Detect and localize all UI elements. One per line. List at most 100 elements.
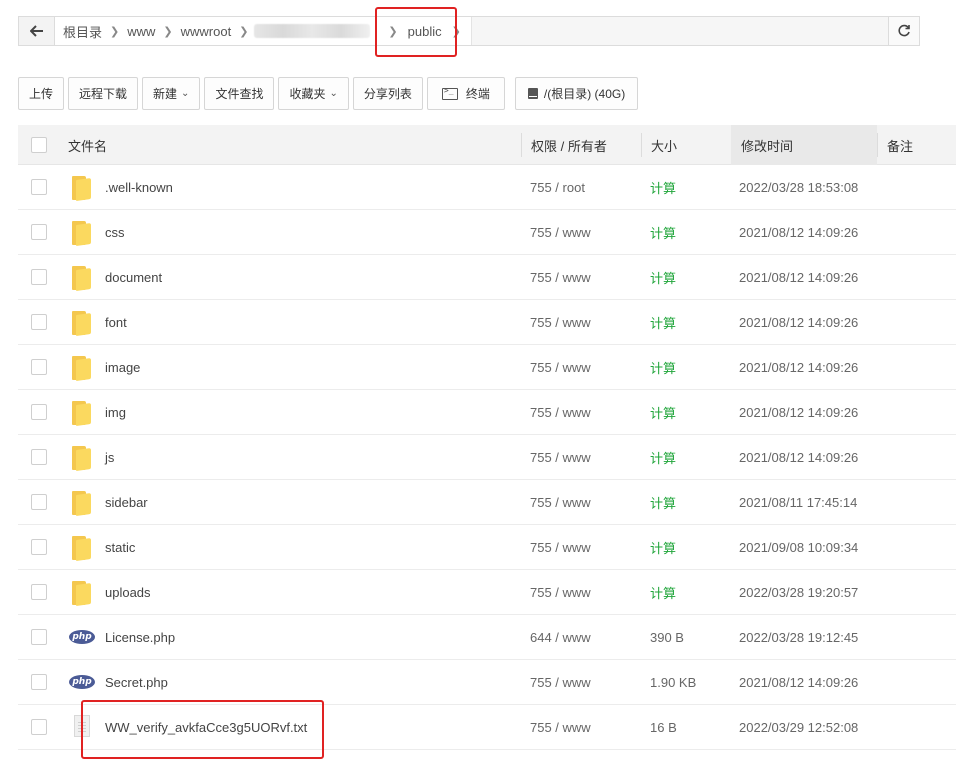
chevron-down-icon: ⌄ [181,88,190,99]
column-header-perm[interactable]: 权限 / 所有者 [531,125,607,165]
remote-download-label: 远程下载 [79,87,128,101]
file-permission[interactable]: 755 / www [530,570,591,615]
file-size[interactable]: 计算 [650,300,676,345]
file-name[interactable]: static [105,525,135,570]
row-checkbox[interactable] [31,539,47,555]
file-name[interactable]: Secret.php [105,660,168,705]
file-permission[interactable]: 755 / www [530,210,591,255]
table-row[interactable]: uploads 755 / www 计算 2022/03/28 19:20:57 [18,570,956,615]
file-permission[interactable]: 755 / root [530,165,585,210]
column-header-mtime[interactable]: 修改时间 [731,125,877,165]
file-name[interactable]: License.php [105,615,175,660]
folder-icon [72,176,92,202]
new-button[interactable]: 新建 ⌄ [142,77,201,110]
file-size[interactable]: 计算 [650,435,676,480]
file-size[interactable]: 计算 [650,480,676,525]
column-header-size[interactable]: 大小 [651,125,677,165]
favorites-label: 收藏夹 [289,87,326,101]
share-list-button[interactable]: 分享列表 [352,77,423,110]
file-search-button[interactable]: 文件查找 [204,77,275,110]
row-checkbox[interactable] [31,719,47,735]
highlight-box-verify-file [81,700,324,759]
file-name[interactable]: sidebar [105,480,148,525]
row-checkbox[interactable] [31,449,47,465]
file-size[interactable]: 计算 [650,570,676,615]
file-permission[interactable]: 755 / www [530,525,591,570]
file-mtime: 2022/03/28 18:53:08 [739,180,859,195]
column-header-name[interactable]: 文件名 [68,125,107,165]
header-label: 修改时间 [741,138,794,154]
breadcrumb-item-root[interactable]: 根目录 ❯ [55,17,119,45]
file-size[interactable]: 计算 [650,390,676,435]
disk-label: /(根目录) (40G) [543,87,626,101]
breadcrumb-item-www[interactable]: www ❯ [119,17,172,45]
file-size[interactable]: 计算 [650,525,676,570]
row-checkbox[interactable] [31,674,47,690]
table-row[interactable]: sidebar 755 / www 计算 2021/08/11 17:45:14 [18,480,956,525]
file-permission[interactable]: 755 / www [530,660,591,705]
file-size[interactable]: 计算 [650,210,676,255]
file-permission[interactable]: 755 / www [530,345,591,390]
remote-download-button[interactable]: 远程下载 [68,77,139,110]
file-permission[interactable]: 755 / www [530,705,591,750]
table-row[interactable]: css 755 / www 计算 2021/08/12 14:09:26 [18,210,956,255]
table-header: 文件名 权限 / 所有者 大小 修改时间 备注 [18,125,956,165]
table-row[interactable]: .well-known 755 / root 计算 2022/03/28 18:53:… [18,165,956,210]
file-name[interactable]: document [105,255,162,300]
file-mtime: 2021/08/12 14:09:26 [739,270,859,285]
row-checkbox[interactable] [31,359,47,375]
favorites-button[interactable]: 收藏夹 ⌄ [278,77,349,110]
file-name[interactable]: image [105,345,140,390]
path-input-area[interactable] [470,17,887,45]
file-permission[interactable]: 755 / www [530,480,591,525]
folder-icon [72,536,92,562]
file-size[interactable]: 计算 [650,165,676,210]
disk-button[interactable]: /(根目录) (40G) [514,77,639,110]
table-row[interactable]: img 755 / www 计算 2021/08/12 14:09:26 [18,390,956,435]
file-name[interactable]: uploads [105,570,151,615]
file-permission[interactable]: 755 / www [530,390,591,435]
row-checkbox[interactable] [31,179,47,195]
table-row[interactable]: php License.php 644 / www 390 B 2022/03/28 1… [18,615,956,660]
table-row[interactable]: font 755 / www 计算 2021/08/12 14:09:26 [18,300,956,345]
file-name[interactable]: js [105,435,114,480]
row-checkbox[interactable] [31,224,47,240]
file-name[interactable]: .well-known [105,165,173,210]
folder-icon [72,446,92,472]
row-checkbox[interactable] [31,269,47,285]
file-permission[interactable]: 644 / www [530,615,591,660]
table-row[interactable]: js 755 / www 计算 2021/08/12 14:09:26 [18,435,956,480]
terminal-label: 终端 [465,87,490,101]
file-mtime: 2022/03/29 12:52:08 [739,720,859,735]
file-size[interactable]: 计算 [650,255,676,300]
refresh-button[interactable] [888,17,919,45]
path-bar: 根目录 ❯ www ❯ wwwroot ❯ ❯ public ❯ [18,16,920,46]
table-row[interactable]: document 755 / www 计算 2021/08/12 14:09:26 [18,255,956,300]
row-checkbox[interactable] [31,629,47,645]
terminal-icon [441,86,458,100]
table-row[interactable]: static 755 / www 计算 2021/09/08 10:09:34 [18,525,956,570]
row-checkbox[interactable] [31,404,47,420]
file-permission[interactable]: 755 / www [530,300,591,345]
file-name[interactable]: img [105,390,126,435]
php-file-icon: php [69,630,95,644]
terminal-button[interactable]: 终端 [426,77,505,110]
row-checkbox[interactable] [31,494,47,510]
file-name[interactable]: font [105,300,127,345]
row-checkbox[interactable] [31,314,47,330]
select-all-checkbox[interactable] [31,137,47,153]
disk-icon [527,88,538,99]
table-row[interactable]: image 755 / www 计算 2021/08/12 14:09:26 [18,345,956,390]
file-name[interactable]: css [105,210,125,255]
refresh-icon [898,24,910,37]
breadcrumb-item-wwwroot[interactable]: wwwroot ❯ [173,17,249,45]
header-label: 权限 / 所有者 [531,138,607,154]
column-header-note[interactable]: 备注 [887,125,913,165]
file-permission[interactable]: 755 / www [530,435,591,480]
back-button[interactable] [19,17,55,45]
file-size[interactable]: 计算 [650,345,676,390]
file-permission[interactable]: 755 / www [530,255,591,300]
table-row[interactable]: php Secret.php 755 / www 1.90 KB 2021/08/12 … [18,660,956,705]
upload-button[interactable]: 上传 [18,77,65,110]
row-checkbox[interactable] [31,584,47,600]
